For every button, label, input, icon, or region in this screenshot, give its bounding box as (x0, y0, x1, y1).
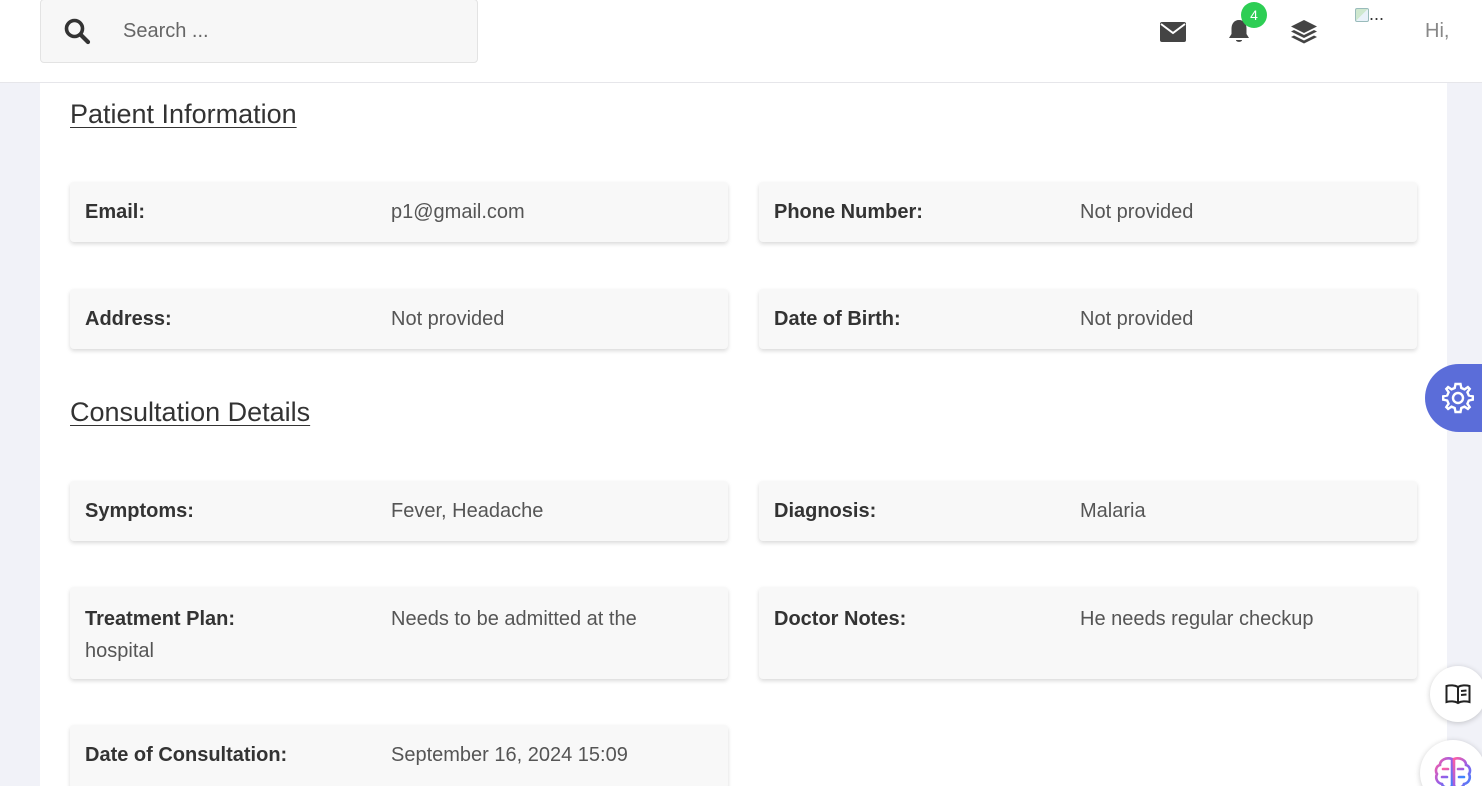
layers-icon (1291, 20, 1317, 44)
treatment-plan-field: Treatment Plan: Needs to be admitted at … (70, 587, 728, 679)
consultation-date-label: Date of Consultation: (85, 744, 288, 766)
patient-details-card: Patient Information Email: p1@gmail.com … (40, 83, 1447, 786)
diagnosis-value: Malaria (1080, 500, 1146, 522)
symptoms-label: Symptoms: (85, 500, 194, 522)
search-box (40, 0, 478, 63)
address-label: Address: (85, 308, 172, 330)
avatar[interactable]: ... (1355, 4, 1397, 34)
messages-button[interactable] (1155, 14, 1191, 50)
top-navbar: 4 ... Hi, (0, 0, 1482, 83)
diagnosis-field: Diagnosis: Malaria (759, 481, 1417, 541)
phone-field: Phone Number: Not provided (759, 182, 1417, 242)
phone-value: Not provided (1080, 201, 1194, 223)
dob-value: Not provided (1080, 308, 1194, 330)
email-value: p1@gmail.com (391, 201, 525, 223)
address-field: Address: Not provided (70, 289, 728, 349)
symptoms-value: Fever, Headache (391, 500, 544, 522)
doctor-notes-field: Doctor Notes: He needs regular checkup (759, 587, 1417, 679)
envelope-icon (1160, 22, 1186, 42)
docs-button[interactable] (1430, 666, 1482, 722)
consultation-details-heading: Consultation Details (70, 397, 311, 427)
notification-count-badge: 4 (1241, 2, 1267, 28)
email-label: Email: (85, 201, 146, 223)
doctor-notes-value: He needs regular checkup (1080, 608, 1314, 630)
consultation-date-field: Date of Consultation: September 16, 2024… (70, 725, 728, 786)
doctor-notes-label: Doctor Notes: (774, 608, 907, 630)
broken-image-icon (1355, 8, 1369, 23)
book-icon (1445, 684, 1471, 705)
dob-label: Date of Birth: (774, 308, 901, 330)
gear-icon (1442, 382, 1474, 414)
patient-information-heading: Patient Information (70, 99, 297, 129)
treatment-plan-value: Needs to be admitted at the hospital (85, 608, 637, 662)
diagnosis-label: Diagnosis: (774, 500, 877, 522)
symptoms-field: Symptoms: Fever, Headache (70, 481, 728, 541)
search-icon (64, 18, 91, 45)
apps-button[interactable] (1286, 14, 1322, 50)
consultation-date-value: September 16, 2024 15:09 (391, 744, 628, 766)
dob-field: Date of Birth: Not provided (759, 289, 1417, 349)
avatar-alt-text: ... (1369, 4, 1385, 24)
email-field: Email: p1@gmail.com (70, 182, 728, 242)
phone-label: Phone Number: (774, 201, 923, 223)
address-value: Not provided (391, 308, 505, 330)
brain-icon (1434, 757, 1472, 786)
user-greeting[interactable]: Hi, (1425, 20, 1449, 43)
search-button[interactable] (41, 0, 113, 62)
search-input[interactable] (123, 11, 453, 51)
